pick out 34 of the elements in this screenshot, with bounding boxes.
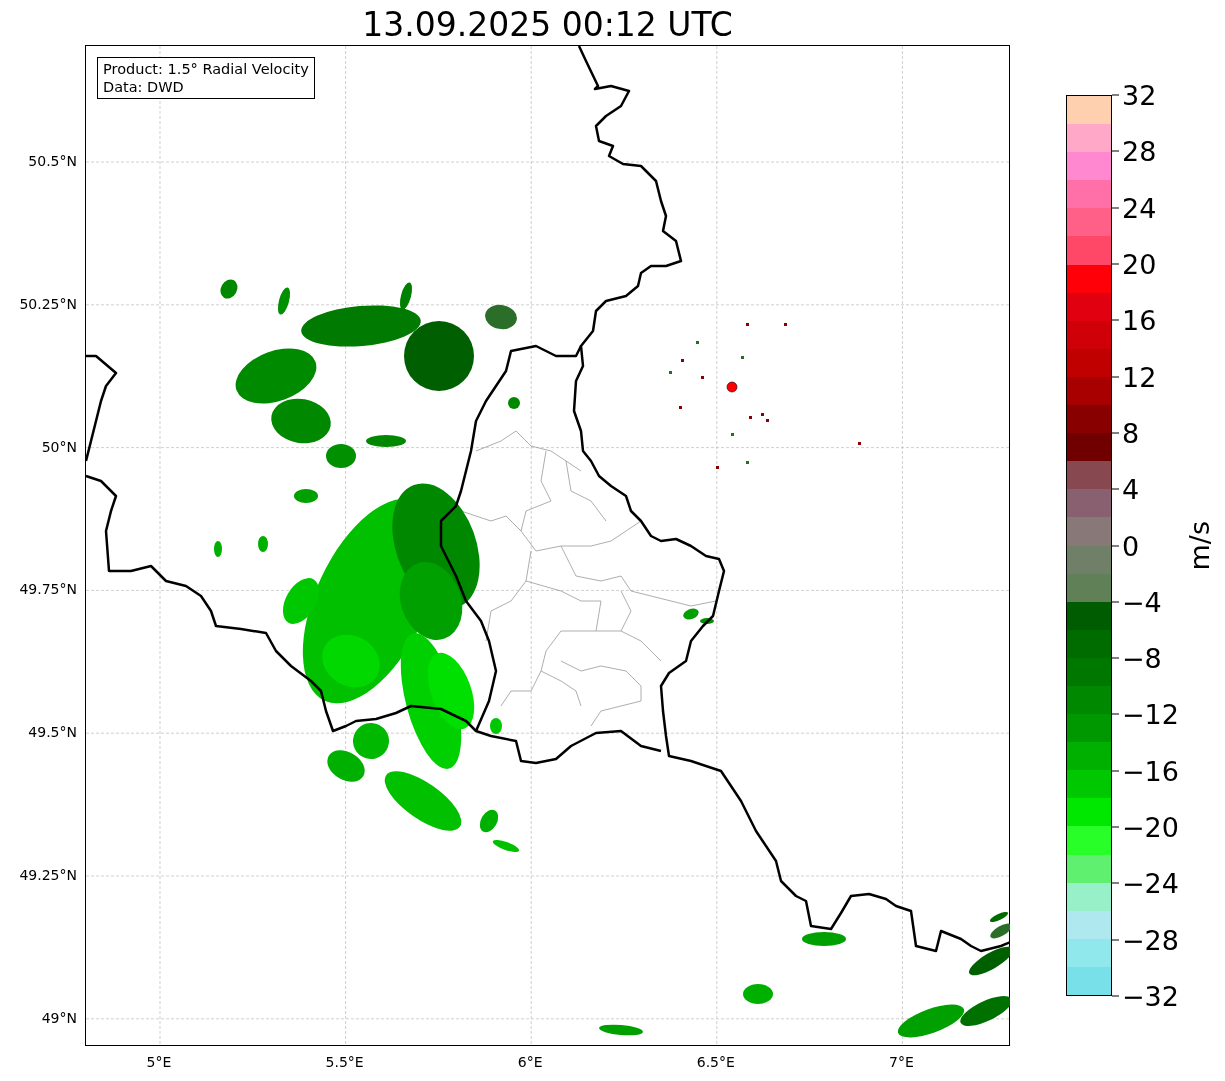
axis-tick-label: 50.5°N <box>28 153 77 169</box>
chart-title: 13.09.2025 00:12 UTC <box>361 4 734 45</box>
axis-tick-label: 49.5°N <box>28 724 77 741</box>
radar-site-marker <box>726 381 738 393</box>
axis-tick-label: 50°N <box>41 438 77 455</box>
colorbar-tick-label: −28 <box>1122 924 1179 956</box>
colorbar-tick-label: −20 <box>1122 811 1179 843</box>
colorbar-tick-label: 32 <box>1122 79 1157 111</box>
axis-tick-label: 49.75°N <box>19 581 77 598</box>
colorbar-tick-label: −12 <box>1122 698 1179 730</box>
axis-tick-label: 6°E <box>517 1054 543 1070</box>
axis-tick-label: 7°E <box>889 1054 914 1070</box>
info-text: Product: 1.5° Radial Velocity <box>103 60 309 78</box>
colorbar-label: m/s <box>1184 521 1215 571</box>
axis-tick-label: 6.5°E <box>696 1054 735 1070</box>
axis-tick-label: 49°N <box>41 1009 77 1026</box>
axis-tick-label: 5°E <box>146 1054 172 1070</box>
info-text: Data: DWD <box>103 78 185 96</box>
colorbar-tick-label: 8 <box>1122 417 1140 449</box>
axis-tick-label: 49.25°N <box>19 867 77 883</box>
axis-tick-label: 50.25°N <box>19 295 77 312</box>
colorbar-tick-label: 28 <box>1122 135 1157 167</box>
colorbar-tick-label: −8 <box>1122 642 1162 674</box>
colorbar-tick-label: 24 <box>1122 192 1157 224</box>
colorbar-tick-label: 4 <box>1122 473 1140 505</box>
colorbar-tick-label: 0 <box>1122 530 1140 561</box>
colorbar-tick-label: 20 <box>1122 248 1157 280</box>
axis-tick-label: 5.5°E <box>325 1054 364 1070</box>
colorbar-tick-label: −24 <box>1122 867 1179 899</box>
colorbar-tick-label: −4 <box>1122 586 1162 618</box>
colorbar-tick-label: 16 <box>1122 304 1157 336</box>
colorbar-tick-label: −16 <box>1122 755 1179 787</box>
colorbar-tick-label: −32 <box>1122 980 1179 1012</box>
colorbar-tick-label: 12 <box>1122 361 1157 393</box>
